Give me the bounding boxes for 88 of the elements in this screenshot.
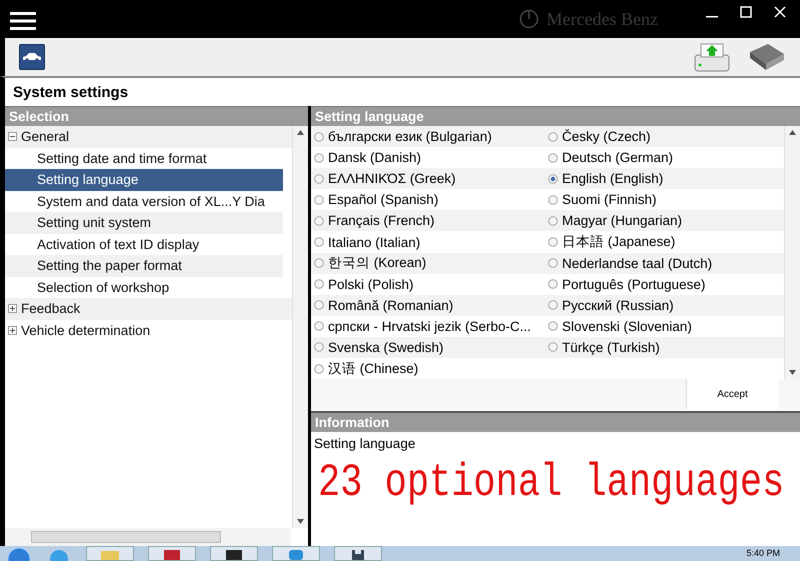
language-option[interactable]: Français (French) [311, 210, 545, 232]
radio-button[interactable] [548, 152, 558, 163]
maximize-icon[interactable] [740, 6, 752, 18]
radio-button[interactable] [548, 132, 558, 142]
scrollbar[interactable] [292, 126, 308, 528]
app-icon[interactable] [223, 548, 245, 560]
tree-item[interactable]: Setting the paper format [5, 255, 283, 276]
radio-button[interactable] [548, 321, 558, 332]
language-option[interactable]: 汉语 (Chinese) [311, 358, 545, 380]
language-option[interactable]: Türkçe (Turkish) [545, 336, 784, 358]
tree-node[interactable]: Feedback [5, 298, 292, 320]
tree-node[interactable]: Vehicle determination [5, 320, 292, 341]
menu-icon[interactable] [10, 11, 36, 31]
language-option[interactable]: Русский (Russian) [545, 294, 784, 316]
tree-item[interactable]: System and data version of XL...Y Dia [5, 190, 283, 212]
language-option[interactable]: Slovenski (Slovenian) [545, 316, 784, 337]
language-option[interactable]: 日本語 (Japanese) [545, 231, 784, 253]
radio-button[interactable] [314, 216, 324, 226]
scroll-down-icon[interactable] [789, 370, 796, 375]
language-option[interactable]: Deutsch (German) [545, 147, 784, 168]
app-taskbar-button[interactable] [210, 546, 258, 561]
start-orb-icon[interactable] [6, 546, 32, 561]
radio-button[interactable] [548, 342, 558, 352]
page-title: System settings [0, 76, 800, 106]
scroll-up-icon[interactable] [297, 130, 304, 135]
language-option[interactable]: Česky (Czech) [545, 126, 784, 148]
car-icon [22, 52, 42, 62]
radio-button[interactable] [314, 342, 324, 352]
app-taskbar-button[interactable] [334, 546, 382, 561]
language-option[interactable]: Italiano (Italian) [311, 231, 545, 253]
radio-button[interactable] [314, 194, 324, 205]
radio-button[interactable] [314, 364, 324, 374]
language-option[interactable]: Magyar (Hungarian) [545, 210, 784, 232]
radio-button[interactable] [314, 152, 324, 163]
tree-node[interactable]: General [5, 126, 292, 148]
collapse-icon[interactable] [8, 132, 17, 142]
tree-item[interactable]: Setting language [5, 169, 283, 190]
radio-button[interactable] [548, 194, 558, 205]
radio-button[interactable] [314, 321, 324, 332]
radio-button[interactable] [314, 300, 324, 310]
radio-button[interactable] [314, 174, 324, 184]
tree-item[interactable]: Selection of workshop [5, 276, 283, 298]
language-option[interactable]: Suomi (Finnish) [545, 189, 784, 210]
panel-header: Setting language [311, 106, 800, 126]
info-text: Setting language [314, 436, 416, 451]
language-option[interactable]: 한국의 (Korean) [311, 252, 545, 274]
scrollbar[interactable] [5, 528, 291, 546]
language-option[interactable]: Polski (Polish) [311, 274, 545, 295]
panel-header: Selection [5, 106, 308, 126]
scroll-up-icon[interactable] [789, 130, 796, 135]
printer-upload-icon[interactable] [694, 41, 730, 73]
folder-icon[interactable] [99, 548, 121, 560]
close-icon[interactable] [774, 6, 786, 18]
folder-taskbar-button[interactable] [86, 546, 134, 561]
expand-icon[interactable] [8, 304, 17, 314]
language-option[interactable]: српски - Hrvatski jezik (Serbo-C... [311, 316, 545, 337]
promo-caption: 23 optional languages [318, 456, 786, 512]
scrollbar[interactable] [784, 126, 800, 379]
clock: 5:40 PM [746, 547, 780, 560]
radio-button[interactable] [548, 216, 558, 226]
language-option[interactable]: ΕΛΛΗΝΙΚΌΣ (Greek) [311, 168, 545, 190]
scroll-down-icon[interactable] [297, 519, 304, 524]
radio-button[interactable] [548, 237, 558, 248]
radio-button[interactable] [548, 258, 558, 268]
tree-item[interactable]: Setting unit system [5, 212, 283, 234]
accept-button[interactable]: Accept [686, 379, 778, 409]
star-logo-icon [518, 9, 539, 29]
radio-button[interactable] [314, 237, 324, 248]
language-option[interactable]: Español (Spanish) [311, 189, 545, 210]
expand-icon[interactable] [8, 326, 17, 335]
radio-button[interactable] [548, 279, 558, 290]
tree-item[interactable]: Activation of text ID display [5, 234, 283, 255]
language-option[interactable]: български език (Bulgarian) [311, 126, 545, 148]
brand-name: Mercedes Benz [546, 8, 658, 30]
panel-header: Information [311, 411, 800, 432]
tree-item[interactable]: Setting date and time format [5, 148, 283, 169]
language-option[interactable]: English (English) [545, 168, 784, 190]
radio-button[interactable] [314, 258, 324, 268]
language-option[interactable]: Nederlandse taal (Dutch) [545, 252, 784, 274]
language-option[interactable]: Română (Romanian) [311, 294, 545, 316]
radio-button[interactable] [548, 174, 558, 184]
language-option[interactable]: Português (Portuguese) [545, 274, 784, 295]
radio-button[interactable] [314, 132, 324, 142]
vehicle-button[interactable] [19, 44, 45, 70]
language-option[interactable]: Dansk (Danish) [311, 147, 545, 168]
radio-button[interactable] [548, 300, 558, 310]
language-option[interactable]: Svenska (Swedish) [311, 336, 545, 358]
radio-button[interactable] [314, 279, 324, 290]
